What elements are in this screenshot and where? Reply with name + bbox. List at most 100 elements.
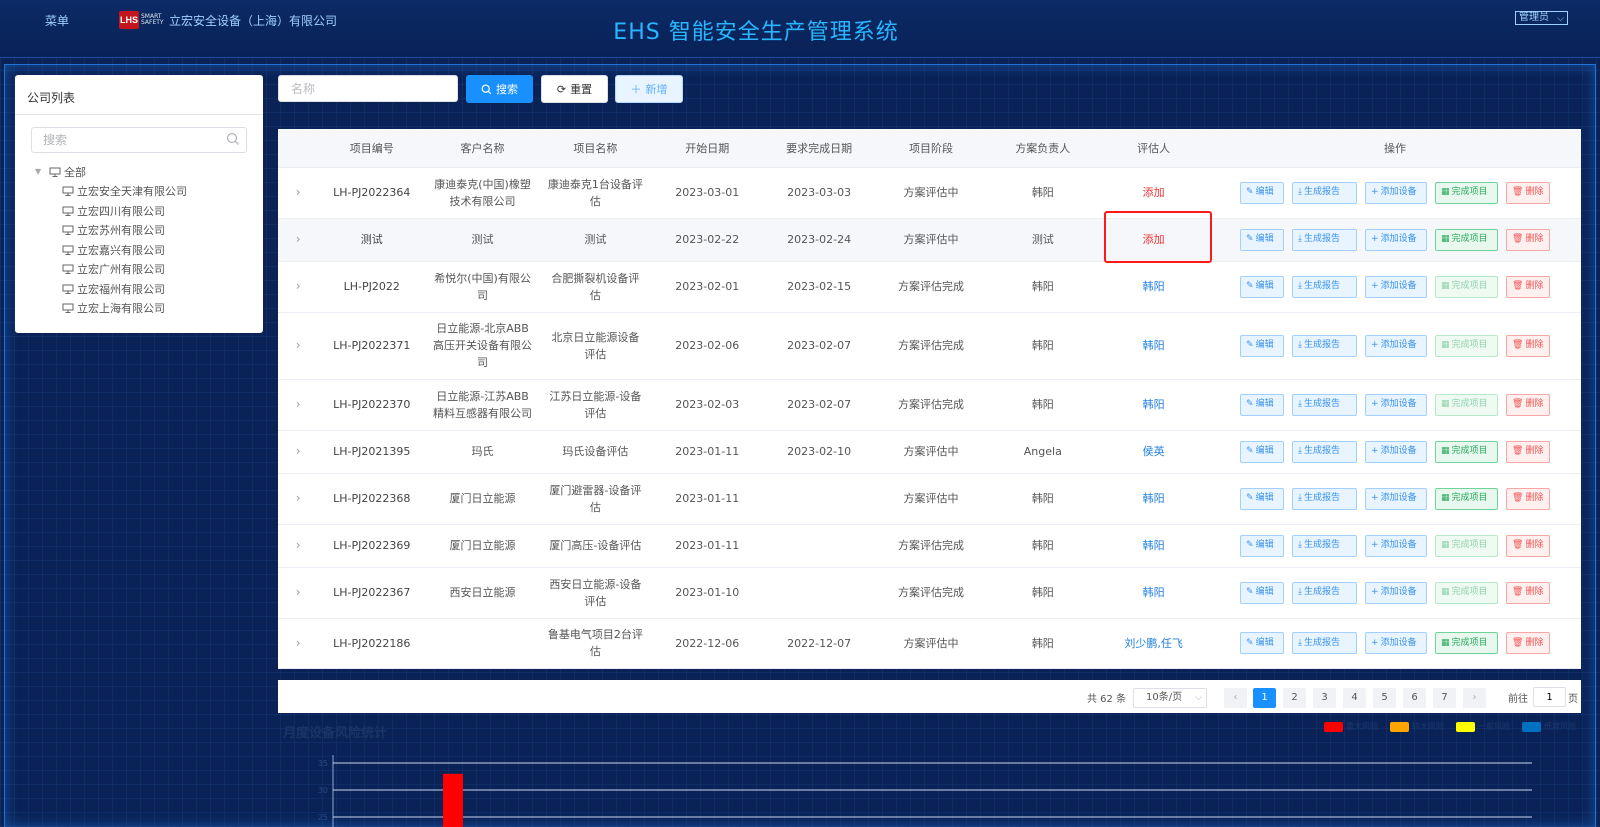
delete-button[interactable]: 🗑 删除 <box>1506 228 1551 251</box>
complete-project-button[interactable]: ▦ 完成项目 <box>1435 181 1499 204</box>
generate-report-button[interactable]: ⤓ 生成报告 <box>1292 534 1358 557</box>
add-button[interactable]: ＋ 新增 <box>615 75 683 103</box>
page-button[interactable]: 1 <box>1253 688 1276 708</box>
expand-row-icon[interactable]: › <box>278 618 319 669</box>
edit-button[interactable]: ✎ 编辑 <box>1240 632 1285 654</box>
page-button[interactable]: 5 <box>1373 688 1396 708</box>
complete-project-button[interactable]: ▦ 完成项目 <box>1435 275 1499 298</box>
add-device-button[interactable]: + 添加设备 <box>1365 275 1428 298</box>
generate-report-button[interactable]: ⤓ 生成报告 <box>1292 275 1358 298</box>
legend-item[interactable]: 一般风险 <box>1456 721 1510 732</box>
expand-row-icon[interactable]: › <box>278 567 319 619</box>
expand-row-icon[interactable]: › <box>278 167 319 219</box>
complete-project-button[interactable]: ▦ 完成项目 <box>1435 228 1499 251</box>
delete-button[interactable]: 🗑 删除 <box>1506 393 1551 416</box>
search-button[interactable]: 搜索 <box>466 75 533 103</box>
page-button[interactable]: 2 <box>1283 688 1306 708</box>
add-device-button[interactable]: + 添加设备 <box>1365 487 1428 510</box>
page-button[interactable]: 4 <box>1343 688 1366 708</box>
add-device-button[interactable]: + 添加设备 <box>1365 632 1428 654</box>
edit-button[interactable]: ✎ 编辑 <box>1240 393 1285 416</box>
table-row[interactable]: › LH-PJ2022186 鲁基电气项目2台评估 2022-12-06 2022-12… <box>278 618 1581 669</box>
expand-row-icon[interactable]: › <box>278 473 319 525</box>
page-button[interactable]: 6 <box>1403 688 1426 708</box>
expand-row-icon[interactable]: › <box>278 430 319 474</box>
delete-button[interactable]: 🗑 删除 <box>1506 632 1551 654</box>
edit-button[interactable]: ✎ 编辑 <box>1240 334 1285 357</box>
user-menu[interactable]: 管理员 ⌵ <box>1515 11 1568 25</box>
tree-item[interactable]: 立宏上海有限公司 <box>35 299 187 319</box>
edit-button[interactable]: ✎ 编辑 <box>1240 181 1285 204</box>
expand-row-icon[interactable]: › <box>278 379 319 431</box>
complete-project-button[interactable]: ▦ 完成项目 <box>1435 632 1499 654</box>
add-device-button[interactable]: + 添加设备 <box>1365 393 1428 416</box>
delete-button[interactable]: 🗑 删除 <box>1506 487 1551 510</box>
evaluator-link[interactable]: 侯英 <box>1143 445 1165 458</box>
complete-project-button[interactable]: ▦ 完成项目 <box>1435 534 1499 557</box>
add-device-button[interactable]: + 添加设备 <box>1365 581 1428 604</box>
delete-button[interactable]: 🗑 删除 <box>1506 275 1551 298</box>
add-device-button[interactable]: + 添加设备 <box>1365 440 1428 463</box>
edit-button[interactable]: ✎ 编辑 <box>1240 534 1285 557</box>
expand-row-icon[interactable]: › <box>278 261 319 313</box>
evaluator-link[interactable]: 韩阳 <box>1143 586 1165 599</box>
delete-button[interactable]: 🗑 删除 <box>1506 334 1551 357</box>
generate-report-button[interactable]: ⤓ 生成报告 <box>1292 228 1358 251</box>
complete-project-button[interactable]: ▦ 完成项目 <box>1435 393 1499 416</box>
generate-report-button[interactable]: ⤓ 生成报告 <box>1292 334 1358 357</box>
generate-report-button[interactable]: ⤓ 生成报告 <box>1292 440 1358 463</box>
delete-button[interactable]: 🗑 删除 <box>1506 534 1551 557</box>
delete-button[interactable]: 🗑 删除 <box>1506 440 1551 463</box>
next-page-button[interactable]: › <box>1463 688 1486 708</box>
evaluator-link[interactable]: 刘少鹏,任飞 <box>1124 637 1183 650</box>
page-size-select[interactable]: 10条/页 ⌵ <box>1133 688 1207 708</box>
tree-root[interactable]: ▼ 全部 <box>35 162 187 182</box>
tree-item[interactable]: 立宏安全天津有限公司 <box>35 182 187 202</box>
delete-button[interactable]: 🗑 删除 <box>1506 181 1551 204</box>
generate-report-button[interactable]: ⤓ 生成报告 <box>1292 393 1358 416</box>
table-row[interactable]: › LH-PJ2022369 厦门日立能源 厦门高压-设备评估 2023-01-11 方案… <box>278 524 1581 568</box>
evaluator-link[interactable]: 韩阳 <box>1143 398 1165 411</box>
add-device-button[interactable]: + 添加设备 <box>1365 181 1428 204</box>
complete-project-button[interactable]: ▦ 完成项目 <box>1435 581 1499 604</box>
generate-report-button[interactable]: ⤓ 生成报告 <box>1292 632 1358 654</box>
jump-page-input[interactable] <box>1533 687 1566 707</box>
complete-project-button[interactable]: ▦ 完成项目 <box>1435 440 1499 463</box>
tree-item[interactable]: 立宏福州有限公司 <box>35 279 187 299</box>
tree-item[interactable]: 立宏苏州有限公司 <box>35 221 187 241</box>
table-row[interactable]: › LH-PJ2022 希悦尔(中国)有限公司 合肥撕裂机设备评估 2023-02-01… <box>278 261 1581 313</box>
name-search-input[interactable] <box>278 75 458 102</box>
evaluator-link[interactable]: 韩阳 <box>1143 339 1165 352</box>
prev-page-button[interactable]: ‹ <box>1224 688 1247 708</box>
expand-row-icon[interactable]: › <box>278 312 319 380</box>
page-button[interactable]: 3 <box>1313 688 1336 708</box>
evaluator-link[interactable]: 韩阳 <box>1143 539 1165 552</box>
tree-item[interactable]: 立宏嘉兴有限公司 <box>35 240 187 260</box>
table-row[interactable]: › 测试 测试 测试 2023-02-22 2023-02-24 方案评估中 测试 添加 ✎ 编辑 ⤓… <box>278 218 1581 262</box>
edit-button[interactable]: ✎ 编辑 <box>1240 275 1285 298</box>
edit-button[interactable]: ✎ 编辑 <box>1240 228 1285 251</box>
expand-row-icon[interactable]: › <box>278 218 319 262</box>
complete-project-button[interactable]: ▦ 完成项目 <box>1435 487 1499 510</box>
legend-item[interactable]: 低度风险 <box>1522 721 1576 732</box>
table-row[interactable]: › LH-PJ2021395 玛氏 玛氏设备评估 2023-01-11 2023-02-1… <box>278 430 1581 474</box>
page-button[interactable]: 7 <box>1433 688 1456 708</box>
expand-row-icon[interactable]: › <box>278 524 319 568</box>
table-row[interactable]: › LH-PJ2022364 康迪泰克(中国)橡塑技术有限公司 康迪泰克1台设备评估 2… <box>278 167 1581 219</box>
tree-item[interactable]: 立宏广州有限公司 <box>35 260 187 280</box>
caret-down-icon[interactable]: ▼ <box>35 167 49 176</box>
table-row[interactable]: › LH-PJ2022367 西安日立能源 西安日立能源-设备评估 2023-01-10… <box>278 567 1581 619</box>
complete-project-button[interactable]: ▦ 完成项目 <box>1435 334 1499 357</box>
evaluator-link[interactable]: 韩阳 <box>1143 492 1165 505</box>
edit-button[interactable]: ✎ 编辑 <box>1240 581 1285 604</box>
evaluator-link[interactable]: 添加 <box>1143 233 1165 246</box>
generate-report-button[interactable]: ⤓ 生成报告 <box>1292 181 1358 204</box>
evaluator-link[interactable]: 韩阳 <box>1143 280 1165 293</box>
table-row[interactable]: › LH-PJ2022370 日立能源-江苏ABB精料互感器有限公司 江苏日立能源-设… <box>278 379 1581 431</box>
edit-button[interactable]: ✎ 编辑 <box>1240 487 1285 510</box>
generate-report-button[interactable]: ⤓ 生成报告 <box>1292 487 1358 510</box>
generate-report-button[interactable]: ⤓ 生成报告 <box>1292 581 1358 604</box>
delete-button[interactable]: 🗑 删除 <box>1506 581 1551 604</box>
company-search-input[interactable] <box>31 127 247 153</box>
legend-item[interactable]: 较大风险 <box>1390 721 1444 732</box>
